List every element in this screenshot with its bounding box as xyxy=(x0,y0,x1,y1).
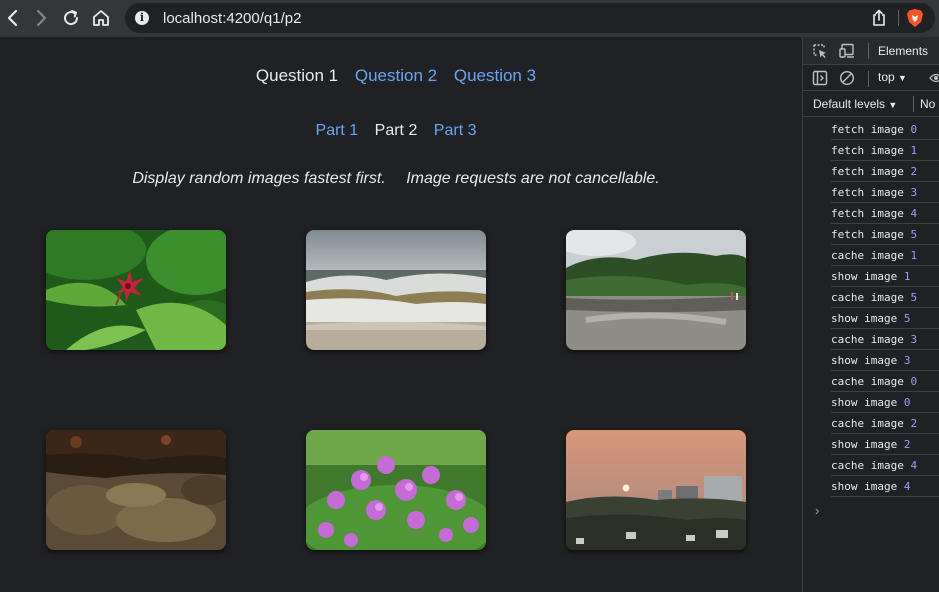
part-nav: Part 1 Part 2 Part 3 xyxy=(0,122,792,140)
log-entry[interactable]: cache image 2 xyxy=(831,413,939,434)
log-levels-label: Default levels xyxy=(813,97,886,111)
chevron-right-icon xyxy=(36,9,47,27)
toolbar-divider-2 xyxy=(868,71,869,87)
brave-shield-icon[interactable] xyxy=(906,8,924,28)
console-toolbar: top ▼ xyxy=(803,65,939,91)
description-2: Image requests are not cancellable. xyxy=(406,170,660,187)
urlbar-divider xyxy=(898,10,899,26)
log-entry[interactable]: fetch image 4 xyxy=(831,203,939,224)
log-entry[interactable]: cache image 5 xyxy=(831,287,939,308)
log-entry[interactable]: show image 5 xyxy=(831,308,939,329)
log-entry[interactable]: fetch image 2 xyxy=(831,161,939,182)
log-entry[interactable]: fetch image 3 xyxy=(831,182,939,203)
back-button[interactable] xyxy=(2,7,24,29)
no-issues-label: No xyxy=(920,97,936,111)
sunset-city-image xyxy=(566,430,746,550)
chevron-left-icon xyxy=(7,9,18,27)
chevron-down-icon: ▼ xyxy=(898,73,907,83)
log-entry[interactable]: show image 0 xyxy=(831,392,939,413)
red-flower-image xyxy=(46,230,226,350)
log-entry[interactable]: show image 4 xyxy=(831,476,939,497)
console-filter-bar: Default levels ▼ No xyxy=(803,91,939,117)
log-entry[interactable]: fetch image 0 xyxy=(831,119,939,140)
address-bar[interactable]: i localhost:4200/q1/p2 xyxy=(125,3,935,33)
image-card-beach-waves xyxy=(306,230,486,350)
filter-divider xyxy=(913,96,914,112)
beach-waves-image xyxy=(306,230,486,350)
tab-elements[interactable]: Elements xyxy=(878,44,928,58)
home-icon xyxy=(93,10,109,26)
page-content: Question 1 Question 2 Question 3 Part 1 … xyxy=(0,37,802,592)
image-card-rock-texture xyxy=(46,430,226,550)
log-entry[interactable]: cache image 3 xyxy=(831,329,939,350)
site-info-icon[interactable]: i xyxy=(135,11,149,25)
beach-trees-image xyxy=(566,230,746,350)
devtools-tabbar: Elements xyxy=(803,37,939,65)
device-toolbar-icon[interactable] xyxy=(839,43,857,59)
context-selector[interactable]: top ▼ xyxy=(878,70,907,84)
purple-flowers-image xyxy=(306,430,486,550)
console-log-list: fetch image 0 fetch image 1 fetch image … xyxy=(803,119,939,497)
reload-button[interactable] xyxy=(60,7,82,29)
image-card-beach-trees xyxy=(566,230,746,350)
image-card-purple-flowers xyxy=(306,430,486,550)
log-entry[interactable]: cache image 4 xyxy=(831,455,939,476)
rock-texture-image xyxy=(46,430,226,550)
devtools-panel: Elements top ▼ Default levels ▼ No fetch… xyxy=(802,37,939,592)
question-nav: Question 1 Question 2 Question 3 xyxy=(0,66,792,86)
log-entry[interactable]: cache image 0 xyxy=(831,371,939,392)
log-entry[interactable]: cache image 1 xyxy=(831,245,939,266)
reload-icon xyxy=(64,10,79,26)
share-icon[interactable] xyxy=(871,9,887,27)
page-description: Display random images fastest first. Ima… xyxy=(0,170,792,188)
log-entry[interactable]: fetch image 5 xyxy=(831,224,939,245)
sidebar-toggle-icon[interactable] xyxy=(812,70,828,86)
url-text[interactable]: localhost:4200/q1/p2 xyxy=(163,10,301,27)
log-levels-dropdown[interactable]: Default levels ▼ xyxy=(813,97,897,111)
question-2-link[interactable]: Question 2 xyxy=(355,66,437,85)
console-prompt[interactable]: › xyxy=(815,503,819,518)
toolbar-divider xyxy=(868,43,869,59)
part-3-link[interactable]: Part 3 xyxy=(434,122,477,139)
question-1-link[interactable]: Question 1 xyxy=(256,66,338,85)
clear-console-icon[interactable] xyxy=(839,70,855,86)
description-1: Display random images fastest first. xyxy=(132,170,386,187)
log-entry[interactable]: fetch image 1 xyxy=(831,140,939,161)
image-card-sunset-city xyxy=(566,430,746,550)
home-button[interactable] xyxy=(90,7,112,29)
chevron-down-icon-2: ▼ xyxy=(888,100,898,110)
question-3-link[interactable]: Question 3 xyxy=(454,66,536,85)
browser-toolbar: i localhost:4200/q1/p2 xyxy=(0,0,939,37)
log-entry[interactable]: show image 3 xyxy=(831,350,939,371)
eye-icon[interactable] xyxy=(929,71,939,85)
log-entry[interactable]: show image 2 xyxy=(831,434,939,455)
part-2-link[interactable]: Part 2 xyxy=(375,122,418,139)
image-card-red-flower xyxy=(46,230,226,350)
inspect-element-icon[interactable] xyxy=(812,43,828,59)
part-1-link[interactable]: Part 1 xyxy=(316,122,359,139)
forward-button[interactable] xyxy=(30,7,52,29)
log-entry[interactable]: show image 1 xyxy=(831,266,939,287)
context-label: top xyxy=(878,70,895,84)
